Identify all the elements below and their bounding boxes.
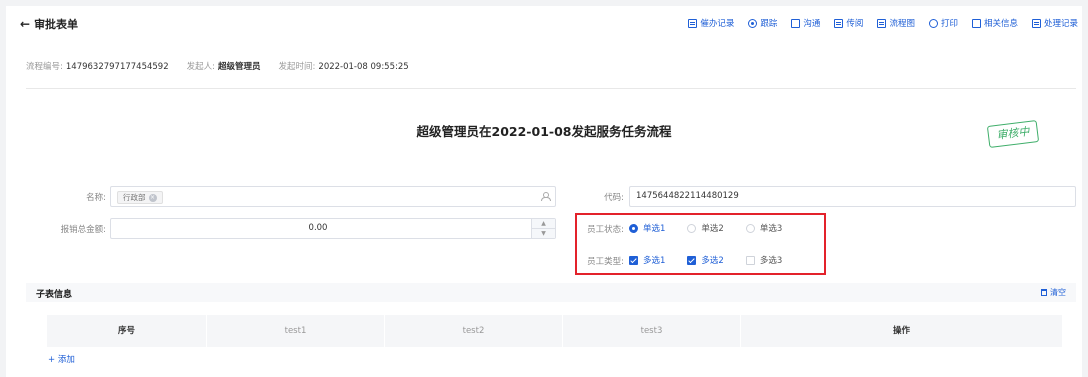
column-header-index: 序号	[47, 315, 207, 347]
tool-label: 流程图	[889, 19, 915, 29]
initiator-label: 发起人:	[186, 62, 216, 72]
start-time-label: 发起时间:	[278, 62, 316, 72]
checkbox-checked-icon	[629, 255, 638, 265]
clear-button[interactable]: 清空	[1041, 287, 1066, 298]
divider	[26, 88, 1076, 89]
flow-no-label: 流程编号:	[26, 62, 63, 72]
subtable-header: 子表信息 清空	[26, 283, 1076, 302]
code-label: 代码:	[604, 193, 624, 203]
amount-label: 报销总金额:	[60, 225, 106, 235]
back-arrow-icon: ←	[20, 17, 31, 31]
amount-input[interactable]: 0.00 ▲ ▼	[110, 218, 556, 239]
flow-no: 流程编号: 1479632797177454592	[26, 60, 169, 72]
reminder-record-icon	[688, 18, 698, 28]
tool-label: 处理记录	[1043, 19, 1078, 29]
amount-stepper: ▲ ▼	[531, 219, 555, 238]
communicate-button[interactable]: 沟通	[791, 17, 820, 29]
flowchart-button[interactable]: 流程图	[877, 17, 915, 29]
related-info-icon	[971, 18, 981, 28]
page: ← 审批表单 催办记录 跟踪 沟通 传阅 流程图 打印 相关信息 处理记录 流程…	[0, 0, 1088, 377]
page-title-label: 审批表单	[34, 18, 79, 31]
column-header-test3: test3	[563, 315, 741, 347]
type-option-1[interactable]: 多选1	[629, 254, 665, 266]
back-button[interactable]: ← 审批表单	[20, 16, 78, 32]
toolbar: 催办记录 跟踪 沟通 传阅 流程图 打印 相关信息 处理记录	[688, 17, 1078, 29]
start-time: 发起时间: 2022-01-08 09:55:25	[279, 60, 409, 72]
type-option-label: 多选2	[701, 256, 724, 266]
status-option-1[interactable]: 单选1	[629, 222, 665, 234]
type-option-label: 多选3	[759, 256, 783, 266]
header: ← 审批表单 催办记录 跟踪 沟通 传阅 流程图 打印 相关信息 处理记录	[6, 6, 1082, 40]
status-option-label: 单选3	[759, 224, 783, 234]
amount-value: 0.00	[308, 223, 328, 233]
radio-checked-icon	[629, 223, 638, 233]
tool-label: 跟踪	[760, 19, 778, 29]
column-header-actions: 操作	[741, 315, 1063, 347]
print-button[interactable]: 打印	[928, 17, 958, 29]
column-header-test2: test2	[385, 315, 563, 347]
subtable-title: 子表信息	[36, 290, 73, 300]
form-title: 超级管理员在2022-01-08发起服务任务流程	[416, 124, 672, 139]
status-label: 员工状态:	[587, 225, 624, 235]
user-picker-icon[interactable]	[541, 192, 551, 201]
type-option-2[interactable]: 多选2	[687, 254, 724, 266]
initiator-value: 超级管理员	[218, 62, 261, 72]
process-record-button[interactable]: 处理记录	[1031, 17, 1078, 29]
flow-meta: 流程编号: 1479632797177454592 发起人: 超级管理员 发起时间:…	[26, 60, 409, 72]
type-checkbox-group: 多选1 多选2 多选3	[629, 254, 804, 266]
type-option-label: 多选1	[643, 256, 666, 266]
status-option-3[interactable]: 单选3	[745, 222, 783, 234]
status-stamp: 审核中	[986, 120, 1040, 148]
checkbox-unchecked-icon	[745, 255, 755, 265]
process-record-icon	[1031, 18, 1041, 28]
remove-tag-icon[interactable]: ×	[148, 193, 157, 202]
flowchart-icon	[877, 18, 887, 28]
start-time-value: 2022-01-08 09:55:25	[318, 62, 409, 72]
track-button[interactable]: 跟踪	[748, 17, 777, 29]
clear-label: 清空	[1050, 288, 1066, 297]
tool-label: 催办记录	[700, 19, 735, 29]
status-radio-group: 单选1 单选2 单选3	[629, 222, 804, 234]
name-label: 名称:	[86, 193, 106, 203]
decrement-icon[interactable]: ▼	[532, 229, 555, 239]
status-option-label: 单选1	[643, 224, 666, 234]
print-icon	[928, 18, 938, 28]
radio-unchecked-icon	[687, 223, 697, 233]
add-row-button[interactable]: + 添加	[48, 353, 75, 365]
circulate-icon	[834, 18, 844, 28]
name-tag: 行政部 ×	[117, 191, 163, 204]
subtable-head: 序号 test1 test2 test3 操作	[47, 315, 1063, 347]
code-field[interactable]: 1475644822114480129	[629, 186, 1076, 207]
tool-label: 沟通	[803, 19, 821, 29]
initiator: 发起人: 超级管理员	[187, 60, 261, 72]
status-option-2[interactable]: 单选2	[687, 222, 724, 234]
communicate-icon	[791, 18, 801, 28]
type-option-3[interactable]: 多选3	[745, 254, 783, 266]
code-value: 1475644822114480129	[636, 191, 739, 201]
related-info-button[interactable]: 相关信息	[971, 17, 1018, 29]
tool-label: 打印	[940, 19, 958, 29]
reminder-record-button[interactable]: 催办记录	[688, 17, 734, 29]
increment-icon[interactable]: ▲	[532, 219, 555, 229]
column-header-test1: test1	[207, 315, 385, 347]
trash-icon	[1041, 289, 1047, 296]
form-card: ← 审批表单 催办记录 跟踪 沟通 传阅 流程图 打印 相关信息 处理记录 流程…	[6, 6, 1082, 377]
name-tag-label: 行政部	[123, 193, 146, 202]
radio-unchecked-icon	[745, 223, 755, 233]
tool-label: 传阅	[846, 19, 864, 29]
name-field[interactable]: 行政部 ×	[110, 186, 556, 207]
flow-no-value: 1479632797177454592	[65, 62, 169, 72]
track-icon	[748, 18, 758, 28]
checkbox-checked-icon	[687, 255, 697, 265]
tool-label: 相关信息	[983, 19, 1018, 29]
type-label: 员工类型:	[587, 257, 624, 267]
status-option-label: 单选2	[701, 224, 724, 234]
circulate-button[interactable]: 传阅	[834, 17, 863, 29]
